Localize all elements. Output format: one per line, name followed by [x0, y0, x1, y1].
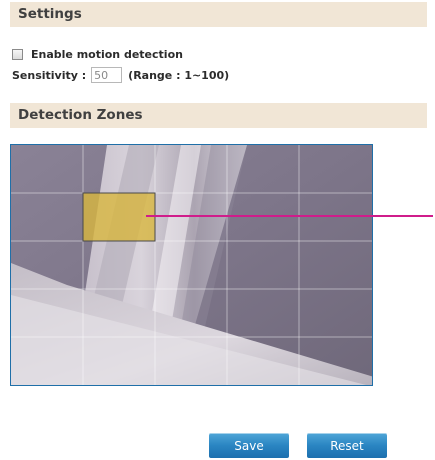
reset-button[interactable]: Reset: [307, 433, 387, 458]
save-button[interactable]: Save: [209, 433, 289, 458]
zone-pointer-overlay: [146, 215, 433, 217]
